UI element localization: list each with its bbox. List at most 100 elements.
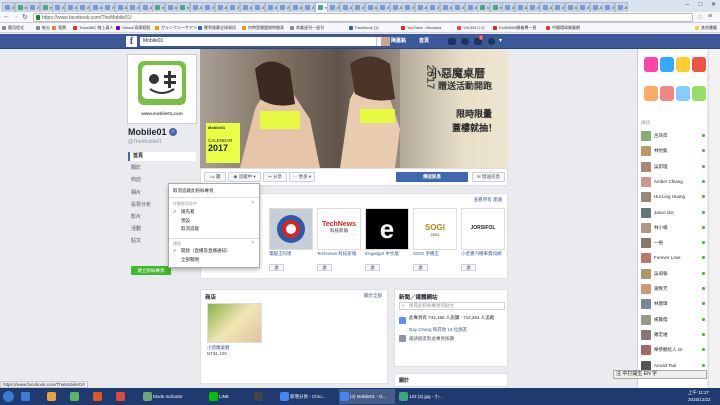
bookmark-item[interactable]: 我賣 [52,24,66,32]
liked-page-card[interactable]: TechNews 科技新報 Technews 科技新報讚 [317,208,361,271]
browser-tab[interactable]: Apo [539,2,553,12]
taskbar-item[interactable]: LINE [208,389,248,404]
liked-page-name[interactable]: SOGI 手機王 [413,251,457,263]
browser-tab[interactable]: Apo [252,2,265,12]
liked-page-name[interactable]: 電腦王阿達 [269,251,313,263]
browser-tab[interactable]: Apo [77,2,90,12]
liked-page-card[interactable]: 電腦王阿達讚 [269,208,313,271]
liked-page-card[interactable]: SOGI 2001 SOGI 手機王讚 [413,208,457,271]
fb-search-input[interactable]: Mobile01 [140,37,376,46]
create-page-button[interactable]: 建立粉絲專頁 [131,266,171,275]
liked-page-like-button[interactable]: 讚 [413,264,428,271]
star-icon[interactable]: ☆ [697,13,703,21]
browser-tab[interactable]: Apo [227,2,240,12]
bookmark-item[interactable]: 新分 [36,24,50,32]
like-button[interactable]: 👍︎ 讚 [204,172,226,182]
liked-page-like-button[interactable]: 讚 [461,264,476,271]
game-icon[interactable] [644,57,658,72]
share-button[interactable]: ↪ 分享 [263,172,287,182]
browser-tab[interactable]: Ing [39,2,53,12]
chat-contact[interactable]: Hui Ling Huang [641,191,707,203]
browser-tab[interactable]: Apo [527,2,540,12]
browser-tab[interactable]: Ing [489,2,503,12]
post-search-input[interactable]: ⌕ 搜尋此粉絲專頁的貼文 [399,302,505,310]
taskbar-item[interactable]: Mode Indicator [142,389,202,404]
chat-contact[interactable]: 羅宏維 [641,329,707,341]
browser-tab[interactable]: Apo [577,2,590,12]
browser-tab[interactable]: Apo [514,2,528,12]
bookmark-item[interactable]: 中國環球開業網 [546,24,580,32]
chat-contact[interactable]: Jason Din [641,207,707,219]
browser-tab[interactable]: Apo [52,2,65,12]
friend-requests-icon[interactable] [448,38,456,45]
chat-contact[interactable]: Amber Chiang [641,176,707,188]
chat-contact[interactable]: 呂琦萍 [641,130,707,142]
liked-page-name[interactable]: Technews 科技新報 [317,251,361,263]
page-title[interactable]: Mobile01 [128,127,167,137]
browser-tab[interactable]: Apo [102,2,115,12]
browser-tab[interactable]: Apo [589,2,603,12]
taskbar-item[interactable] [69,389,89,404]
liked-page-thumbnail[interactable] [269,208,313,250]
side-nav-item[interactable]: 首頁 [128,152,196,161]
taskbar-item[interactable]: 123 (2).jpg - 小... [398,389,454,404]
browser-tab[interactable]: Ing [14,2,28,12]
pencil-icon[interactable]: ✎ [251,200,255,206]
browser-tab[interactable]: Apo [27,2,40,12]
taskbar-item[interactable] [92,389,112,404]
browser-tab[interactable]: Apo [602,2,615,12]
browser-tab[interactable]: Ing [177,2,190,12]
liked-page-name[interactable]: 小老婆汽機車資訊網 [461,251,505,263]
bookmark-item[interactable]: ガランクシーケアン [155,24,197,32]
browser-tab[interactable]: Ing [314,2,328,12]
browser-tab[interactable]: Apo [64,2,78,12]
browser-tab[interactable]: Apo [239,2,253,12]
browser-tab[interactable]: Apo [302,2,315,12]
game-icon[interactable] [692,86,706,101]
reload-icon[interactable]: ↻ [22,13,28,21]
browser-tab[interactable]: Apo [114,2,128,12]
browser-tab[interactable]: Apo [327,2,340,12]
browser-tab[interactable]: Apo [202,2,215,12]
bookmark-item[interactable]: 其他書籤 [695,24,717,32]
menu-icon[interactable]: ≡ [708,13,712,20]
browser-tab[interactable]: Ing [477,2,490,12]
chat-contact[interactable]: 一裕 [641,237,707,249]
forward-icon[interactable]: → [12,13,19,20]
browser-tab[interactable]: Apo [352,2,365,12]
side-nav-item[interactable]: 貼文 [128,237,196,246]
game-icon[interactable] [676,86,690,101]
url-field[interactable]: https://www.facebook.com/TheMobile01/ [33,13,693,22]
game-icon[interactable] [660,57,674,72]
browser-tab[interactable]: Apo [389,2,403,12]
bookmark-item[interactable]: EUN5500開箱專一頁 [493,24,536,32]
side-nav-item[interactable]: 活動 [128,225,196,234]
chat-contact[interactable]: Forever Love [641,252,707,264]
chat-scrollbar[interactable] [708,49,720,388]
bookmark-item[interactable]: 應用程式 [2,24,24,32]
window-close-icon[interactable]: ✕ [707,1,720,10]
browser-tab[interactable]: Apo [264,2,278,12]
chat-contact[interactable]: 吳堉翰 [641,268,707,280]
more-button[interactable]: ··· 更多 ▾ [289,172,315,182]
chat-contact[interactable]: 吳蔚理 [641,161,707,173]
browser-tab[interactable]: Apo [414,2,428,12]
invite-friends-link[interactable]: 邀請朋友對此專頁按讚 [409,336,454,342]
facebook-logo-icon[interactable]: f [126,36,137,47]
shop-item-image[interactable] [207,303,262,343]
start-icon[interactable] [3,391,14,402]
window-maximize-icon[interactable]: □ [694,1,707,10]
browser-tab[interactable]: Ing [152,2,165,12]
ime-indicator[interactable]: 注 中打開生 EN 字 [613,370,707,379]
side-nav-item[interactable]: 影片 [128,213,196,222]
browser-tab[interactable]: Apo [339,2,353,12]
browser-tab[interactable]: Apo [89,2,103,12]
browser-tab[interactable]: Apo [127,2,140,12]
game-icon[interactable] [676,57,690,72]
user-avatar[interactable] [381,37,390,46]
browser-tab[interactable]: Apo [289,2,303,12]
liked-page-thumbnail[interactable]: e [365,208,409,250]
see-all-suggestions-link[interactable]: 查看所有 建議 [474,197,502,203]
send-button[interactable]: ✉ 發送訊息 [472,172,505,182]
taskbar-item[interactable] [46,389,66,404]
